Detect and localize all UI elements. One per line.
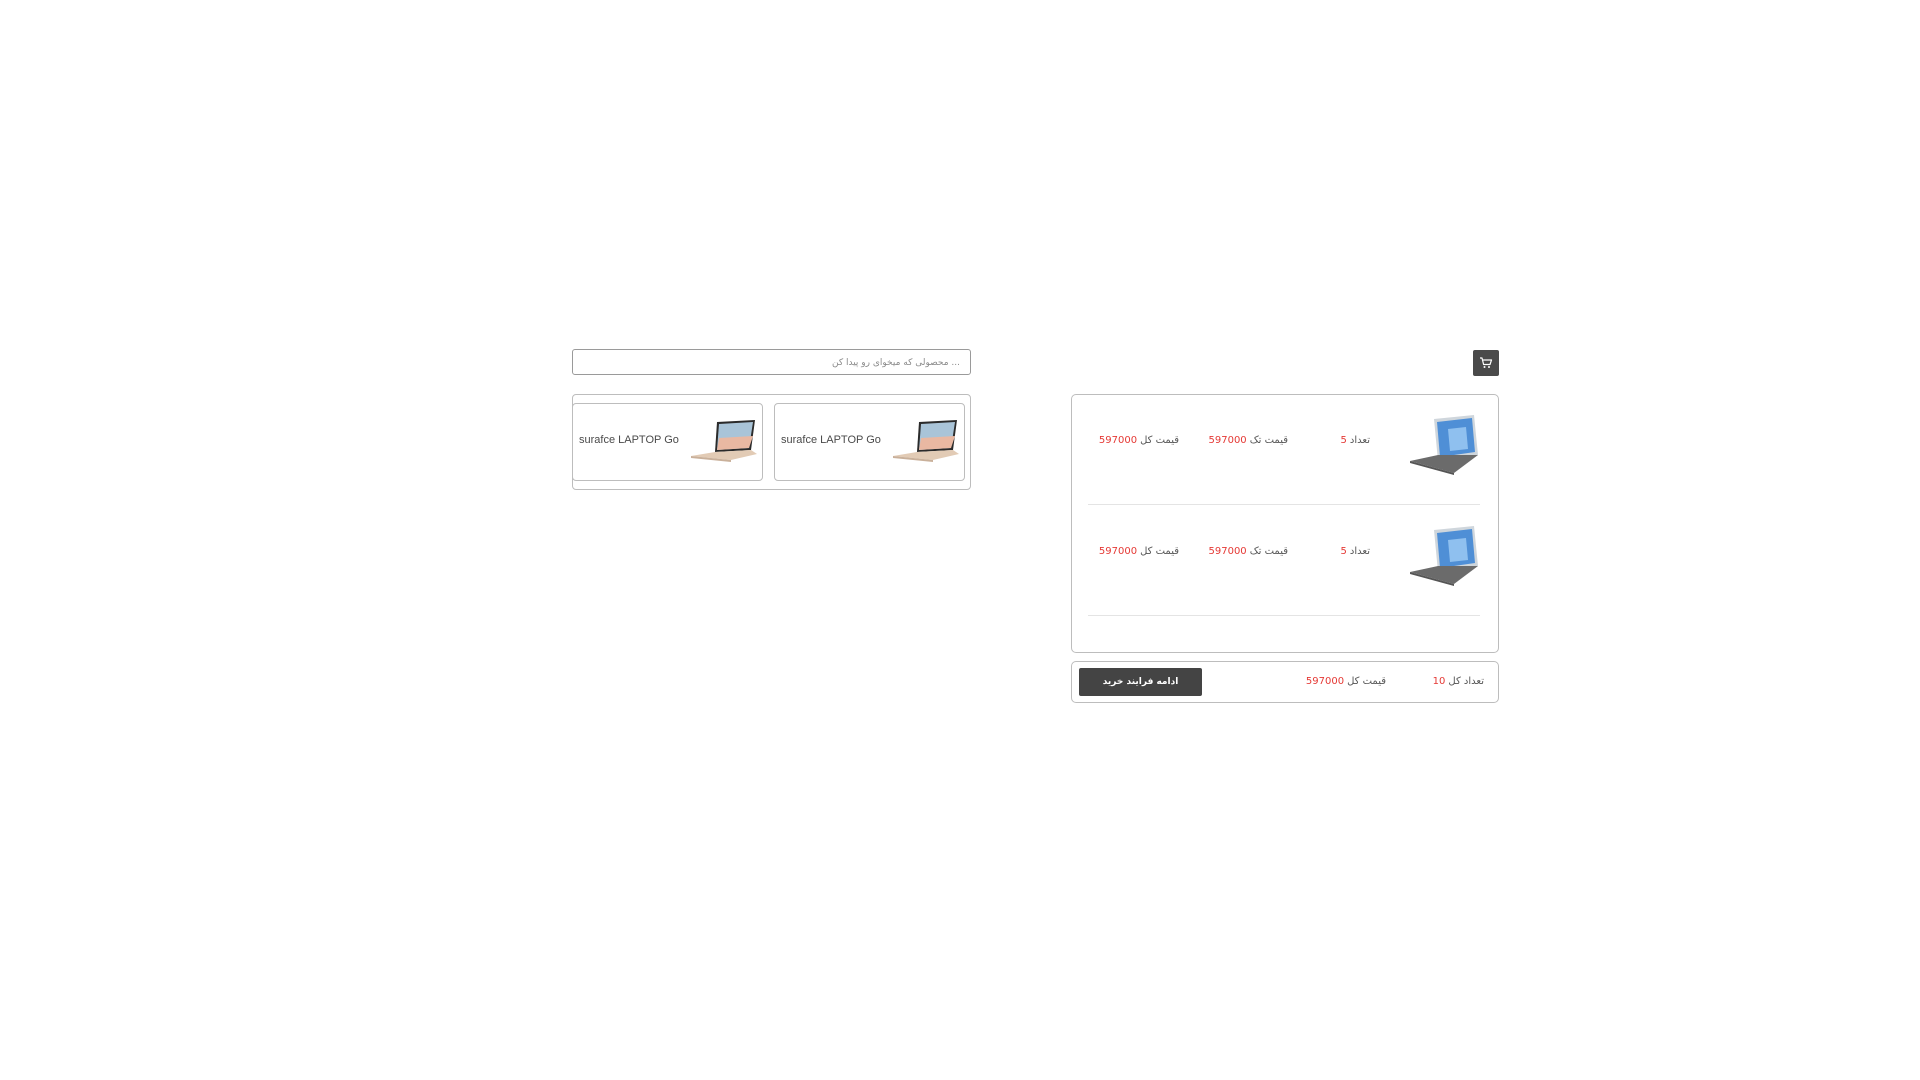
search-box[interactable] <box>572 349 971 375</box>
item-total-price: قیمت کل597000 <box>1098 435 1179 446</box>
product-results-panel: surafce LAPTOP Go surafce LAPTOP Go <box>572 394 971 490</box>
cart-item: تعداد5 قیمت تک597000 قیمت کل597000 <box>1088 395 1480 505</box>
checkout-button[interactable]: ادامه فرایند خرید <box>1079 668 1202 696</box>
total-quantity: تعداد کل10 <box>1432 676 1484 687</box>
item-quantity: تعداد5 <box>1340 435 1370 446</box>
product-name: surafce LAPTOP Go <box>781 434 881 446</box>
search-input[interactable] <box>573 351 970 375</box>
item-unit-price: قیمت تک597000 <box>1208 435 1289 446</box>
laptop-icon <box>691 420 757 462</box>
tablet-icon <box>1410 526 1478 586</box>
tablet-icon <box>1410 415 1478 475</box>
item-total-price: قیمت کل597000 <box>1098 546 1179 557</box>
cart-summary: تعداد کل10 قیمت کل597000 ادامه فرایند خر… <box>1071 661 1499 703</box>
item-unit-price: قیمت تک597000 <box>1208 546 1289 557</box>
laptop-icon <box>893 420 959 462</box>
cart-button[interactable] <box>1473 350 1499 376</box>
cart-panel: تعداد5 قیمت تک597000 قیمت کل597000 تعداد… <box>1071 394 1499 653</box>
item-quantity: تعداد5 <box>1340 546 1370 557</box>
product-name: surafce LAPTOP Go <box>579 434 679 446</box>
product-card[interactable]: surafce LAPTOP Go <box>774 403 965 481</box>
product-card[interactable]: surafce LAPTOP Go <box>572 403 763 481</box>
cart-item: تعداد5 قیمت تک597000 قیمت کل597000 <box>1088 506 1480 616</box>
shopping-cart-icon <box>1480 357 1493 368</box>
total-price: قیمت کل597000 <box>1305 676 1386 687</box>
